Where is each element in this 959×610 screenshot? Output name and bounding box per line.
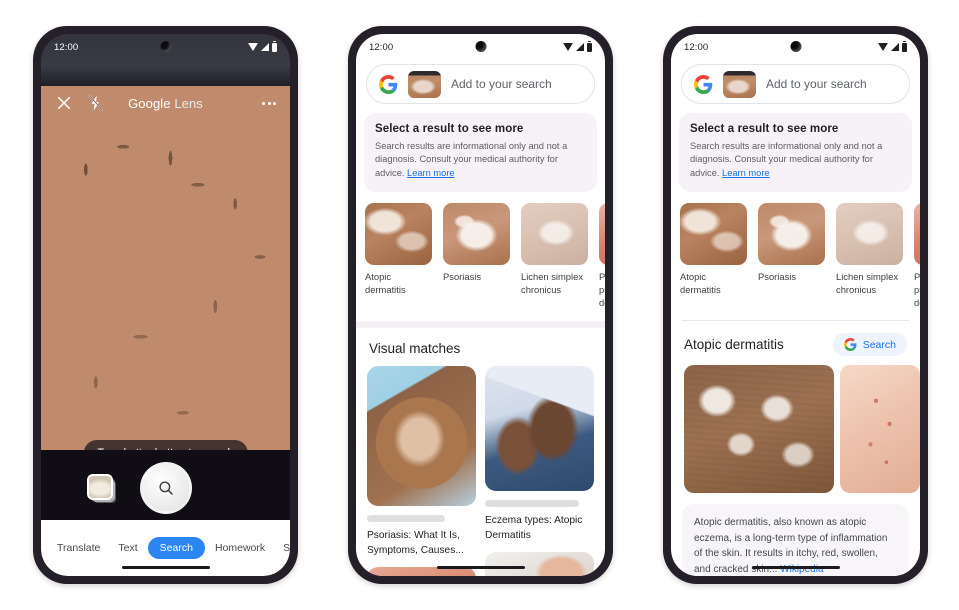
disclaimer-text: Search results are informational only an… — [690, 141, 883, 178]
search-chip-label: Search — [862, 338, 896, 351]
screenshot-stage: 12:00 Google Lens Translate Text Search … — [0, 0, 959, 610]
cellular-signal-icon — [891, 43, 899, 51]
status-clock: 12:00 — [54, 41, 79, 53]
status-icons — [878, 40, 907, 52]
wifi-icon — [248, 43, 258, 51]
phone-2-lens-results: 12:00 Add to your se — [348, 26, 613, 584]
home-indicator[interactable] — [436, 565, 525, 569]
mode-tab-homework[interactable]: Homework — [207, 537, 273, 559]
detail-image-carousel[interactable] — [671, 356, 920, 494]
wifi-icon — [563, 43, 573, 51]
phone-1-lens-camera: 12:00 Google Lens Translate Text Search … — [33, 26, 298, 584]
wifi-icon — [878, 43, 888, 51]
visual-match-image — [367, 366, 476, 507]
gallery-thumbnail-button[interactable] — [87, 474, 113, 500]
lens-title: Google Lens — [128, 96, 203, 111]
status-bar-2: 12:00 — [356, 34, 605, 60]
status-bar-1: 12:00 — [41, 34, 290, 60]
status-icons — [248, 40, 277, 52]
result-thumbnail — [680, 203, 747, 266]
flash-off-icon[interactable] — [87, 94, 105, 112]
visual-matches-column-left: Psoriasis: What It Is, Symptoms, Causes.… — [367, 366, 476, 576]
query-image-thumbnail[interactable] — [723, 70, 756, 98]
result-thumbnail — [758, 203, 825, 266]
home-indicator[interactable] — [751, 565, 840, 569]
front-camera-punch-hole — [475, 41, 486, 52]
cellular-signal-icon — [261, 43, 269, 51]
detail-title: Atopic dermatitis — [684, 337, 784, 353]
search-input[interactable]: Add to your search — [681, 64, 910, 104]
result-card-atopic-dermatitis[interactable]: Atopic dermatitis — [680, 203, 747, 309]
status-icons — [563, 40, 592, 52]
mode-tab-shopping[interactable]: Shopping — [275, 537, 290, 559]
learn-more-link[interactable]: Learn more — [722, 168, 770, 178]
result-card-pigmented-purpuric-dermatosis[interactable]: Pigmented purpuric dermatosis — [914, 203, 920, 309]
result-thumbnail — [914, 203, 920, 266]
detail-image-primary[interactable] — [684, 365, 834, 494]
status-clock: 12:00 — [369, 41, 394, 53]
mode-tab-search[interactable]: Search — [147, 537, 205, 559]
lens-title-lens: Lens — [170, 95, 203, 111]
result-label: Pigmented purpuric dermatosis — [914, 271, 920, 308]
status-clock: 12:00 — [684, 41, 709, 53]
condition-results-row[interactable]: Atopic dermatitis Psoriasis Lichen simpl… — [671, 194, 920, 309]
status-bar-3: 12:00 — [671, 34, 920, 60]
phone-2-screen: 12:00 Add to your se — [356, 34, 605, 576]
result-card-psoriasis[interactable]: Psoriasis — [758, 203, 825, 309]
lens-top-controls: Google Lens — [41, 90, 290, 116]
phone-3-screen: 12:00 Add to your search Select a result… — [671, 34, 920, 576]
lens-title-google: Google — [128, 95, 171, 111]
battery-icon — [272, 40, 277, 52]
visual-match-card[interactable]: Psoriasis: What It Is, Symptoms, Causes.… — [367, 366, 476, 558]
disclaimer-body: Search results are informational only an… — [690, 140, 901, 180]
shutter-button[interactable] — [139, 462, 192, 514]
detail-header: Atopic dermatitis Search — [671, 321, 920, 357]
battery-icon — [902, 40, 907, 52]
google-g-icon — [843, 338, 857, 352]
search-chip-button[interactable]: Search — [832, 333, 907, 357]
google-g-icon — [694, 74, 713, 94]
result-label: Lichen simplex chronicus — [836, 271, 899, 296]
front-camera-punch-hole — [160, 41, 171, 52]
battery-icon — [587, 40, 592, 52]
detail-image-secondary[interactable] — [839, 365, 920, 494]
close-icon[interactable] — [55, 94, 73, 112]
home-indicator[interactable] — [121, 565, 210, 569]
medical-disclaimer-card: Select a result to see more Search resul… — [679, 113, 912, 193]
front-camera-punch-hole — [790, 41, 801, 52]
search-icon — [158, 481, 173, 495]
search-placeholder: Add to your search — [766, 77, 867, 91]
overflow-menu-icon[interactable] — [262, 101, 276, 105]
cellular-signal-icon — [576, 43, 584, 51]
skin-photo-live-preview — [41, 86, 290, 466]
results-sheet-2[interactable]: Add to your search Select a result to se… — [356, 60, 605, 576]
mode-tab-translate[interactable]: Translate — [49, 537, 108, 559]
result-label: Atopic dermatitis — [680, 271, 721, 296]
phone-3-lens-detail: 12:00 Add to your search Select a result… — [663, 26, 928, 584]
results-sheet-3[interactable]: Add to your search Select a result to se… — [671, 60, 920, 576]
result-card-lichen-simplex-chronicus[interactable]: Lichen simplex chronicus — [836, 203, 903, 309]
visual-matches-grid[interactable]: Psoriasis: What It Is, Symptoms, Causes.… — [356, 356, 605, 576]
result-label: Psoriasis — [758, 271, 797, 283]
disclaimer-heading: Select a result to see more — [690, 123, 839, 135]
camera-bottom-bar: Translate Text Search Homework Shopping — [41, 450, 290, 576]
result-thumbnail — [836, 203, 903, 266]
mode-tab-text[interactable]: Text — [110, 537, 145, 559]
phone-1-screen: 12:00 Google Lens Translate Text Search … — [41, 34, 290, 576]
lens-mode-tabs[interactable]: Translate Text Search Homework Shopping — [41, 520, 290, 576]
